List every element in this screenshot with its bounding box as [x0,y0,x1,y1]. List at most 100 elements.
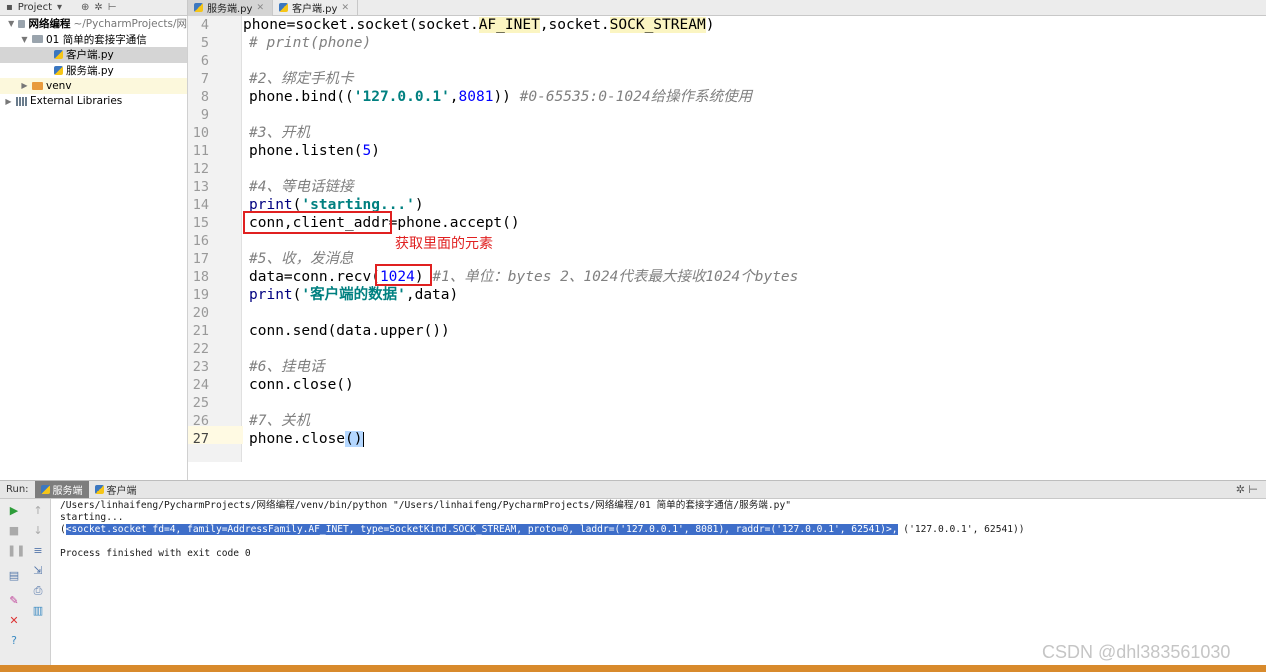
chevron-right-icon[interactable]: ▶ [4,97,13,106]
chevron-down-icon[interactable]: ▼ [20,35,29,44]
line-number: 10 [192,125,209,141]
line-number: 12 [192,161,209,177]
arrow-down-icon[interactable]: ↓ [31,524,45,538]
line-number: 22 [192,341,209,357]
line-number: 13 [192,179,209,195]
top-bar: ▪ Project ▾ ⊕ ✲ ⊢ 服务端.py ✕ 客户端.py ✕ [0,0,1266,16]
close-icon[interactable]: ✕ [7,614,21,628]
line-number: 14 [192,197,209,213]
folder-icon [32,81,43,90]
annotation-box-recv-1024 [375,264,432,286]
line-number: 17 [192,251,209,267]
chevron-right-icon[interactable]: ▶ [20,81,29,90]
close-icon[interactable]: ✕ [256,3,264,13]
run-tab-client[interactable]: 客户端 [89,481,143,498]
line-number: 5 [200,35,209,51]
tab-client-py[interactable]: 客户端.py ✕ [273,0,358,16]
code-line-26: #7、关机 [249,413,310,429]
close-icon[interactable]: ✕ [341,3,349,13]
layout-icon[interactable]: ▤ [7,569,21,583]
run-toolbar: ▶ ↑ ■ ↓ ❚❚ ≡ ▤ ⇲ ⎙ ✎ ▥ ✕ ? [0,499,51,665]
annotation-text: 获取里面的元素 [395,236,493,252]
pin-icon[interactable]: ✎ [7,594,21,608]
trash-icon[interactable]: ▥ [31,604,45,618]
line-number: 4 [200,17,209,33]
console-command-line: /Users/linhaifeng/PycharmProjects/网络编程/v… [60,500,791,511]
text-caret [362,431,364,447]
python-file-icon [279,3,288,12]
line-number: 19 [192,287,209,303]
selected-text: <socket.socket fd=4, family=AddressFamil… [65,524,898,535]
run-panel-header: Run: 服务端 客户端 ✲ ⊢ [0,480,1266,499]
rerun-icon[interactable]: ▶ [7,504,21,518]
console-socket-line: (<socket.socket fd=4, family=AddressFami… [60,524,1025,535]
line-number: 18 [192,269,209,285]
code-line-8: phone.bind(('127.0.0.1',8081)) #0-65535:… [249,89,753,105]
sync-icon[interactable]: ⊕ [81,2,89,13]
python-file-icon [54,65,63,75]
annotation-box-conn-client-addr [243,211,392,234]
python-file-icon [54,50,63,60]
gear-icon[interactable]: ✲ ⊢ [1236,483,1266,496]
stop-icon[interactable]: ■ [7,524,21,538]
tree-item-external-libraries[interactable]: ▶ External Libraries [0,94,187,110]
line-number: 6 [200,53,209,69]
code-line-18: data=conn.recv(1024) #1、单位：bytes 2、1024代… [249,269,799,285]
tree-item-root[interactable]: ▼ 网络编程 ~/PycharmProjects/网 [0,16,187,32]
line-number: 27 [192,431,209,447]
line-number: 21 [192,323,209,339]
project-label: Project [17,2,52,13]
code-line-5: # print(phone) [249,35,372,51]
scroll-end-icon[interactable]: ⇲ [31,564,45,578]
line-number: 16 [192,233,209,249]
line-number: 23 [192,359,209,375]
run-label: Run: [6,484,29,495]
tree-item-venv[interactable]: ▶ venv [0,78,187,94]
chevron-down-icon[interactable]: ▾ [57,2,62,13]
code-line-4: phone=socket.socket(socket.AF_INET,socke… [243,17,715,33]
code-line-13: #4、等电话链接 [249,179,354,195]
line-number: 8 [200,89,209,105]
pause-icon[interactable]: ❚❚ [7,544,25,558]
code-line-23: #6、挂电话 [249,359,325,375]
line-number: 7 [200,71,209,87]
code-line-24: conn.close() [249,377,354,393]
tree-item-server-py[interactable]: 服务端.py [0,63,187,79]
line-number: 11 [192,143,209,159]
code-line-7: #2、绑定手机卡 [249,71,354,87]
code-line-27: phone.close() [249,431,364,447]
line-number: 15 [192,215,209,231]
project-tool-tab[interactable]: ▪ Project ▾ ⊕ ✲ ⊢ [0,0,188,16]
code-line-21: conn.send(data.upper()) [249,323,450,339]
python-file-icon [94,485,104,494]
status-strip [0,665,1266,672]
run-console-output[interactable]: /Users/linhaifeng/PycharmProjects/网络编程/v… [51,499,1266,665]
library-icon [16,96,27,106]
python-file-icon [194,3,203,12]
tree-item-client-py[interactable]: 客户端.py [0,47,187,63]
help-icon[interactable]: ? [7,634,21,648]
chevron-down-icon[interactable]: ▼ [8,19,15,28]
arrow-up-icon[interactable]: ↑ [31,504,45,518]
line-number: 26 [192,413,209,429]
code-line-11: phone.listen(5) [249,143,380,159]
line-number: 24 [192,377,209,393]
soft-wrap-icon[interactable]: ≡ [31,544,45,558]
collapse-icon[interactable]: ⊢ [108,2,117,13]
project-tree: ▼ 网络编程 ~/PycharmProjects/网 ▼ 01 简单的套接字通信… [0,16,188,480]
line-number: 25 [192,395,209,411]
line-number: 20 [192,305,209,321]
folder-icon: ▪ [6,2,13,13]
print-icon[interactable]: ⎙ [31,584,45,598]
python-file-icon [40,485,50,494]
tab-server-py[interactable]: 服务端.py ✕ [188,0,273,16]
code-line-17: #5、收，发消息 [249,251,354,267]
gear-icon[interactable]: ✲ [94,2,102,13]
watermark: CSDN @dhl383561030 [1042,642,1231,662]
run-tab-server[interactable]: 服务端 [34,481,89,498]
tree-item-folder[interactable]: ▼ 01 简单的套接字通信 [0,32,187,48]
code-line-19: print('客户端的数据',data) [249,287,459,303]
code-line-10: #3、开机 [249,125,310,141]
folder-icon [17,19,26,28]
console-starting-line: starting... [60,512,124,523]
